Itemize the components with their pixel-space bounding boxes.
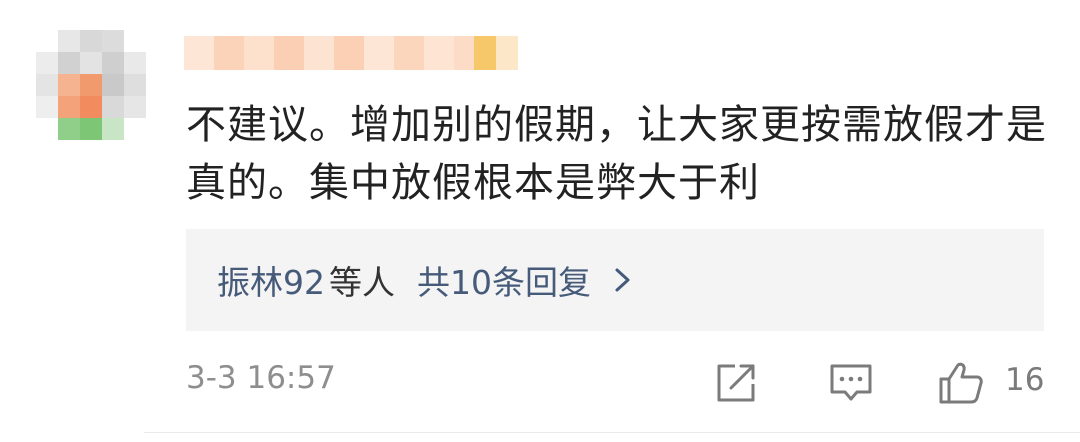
comment-timestamp: 3-3 16:57 [186,360,336,396]
comment-card: 不建议。增加别的假期，让大家更按需放假才是真的。集中放假根本是弊大于利 振林92… [0,0,1080,442]
reply-user-link[interactable]: 振林92 [217,256,325,304]
chevron-right-icon [615,268,630,292]
comment-icon[interactable] [827,360,875,406]
share-icon[interactable] [713,360,761,406]
like-count: 16 [1005,362,1045,398]
divider [144,432,1080,433]
username-blurred[interactable] [184,36,520,70]
reply-users-suffix: 等人 [329,263,395,302]
reply-count-link[interactable]: 共10条回复 [417,256,591,304]
thumbs-up-icon[interactable] [937,360,985,406]
replies-preview[interactable]: 振林92 等人 共10条回复 [186,229,1044,331]
comment-text: 不建议。增加别的假期，让大家更按需放假才是真的。集中放假根本是弊大于利 [186,102,1047,206]
avatar[interactable] [36,30,160,142]
